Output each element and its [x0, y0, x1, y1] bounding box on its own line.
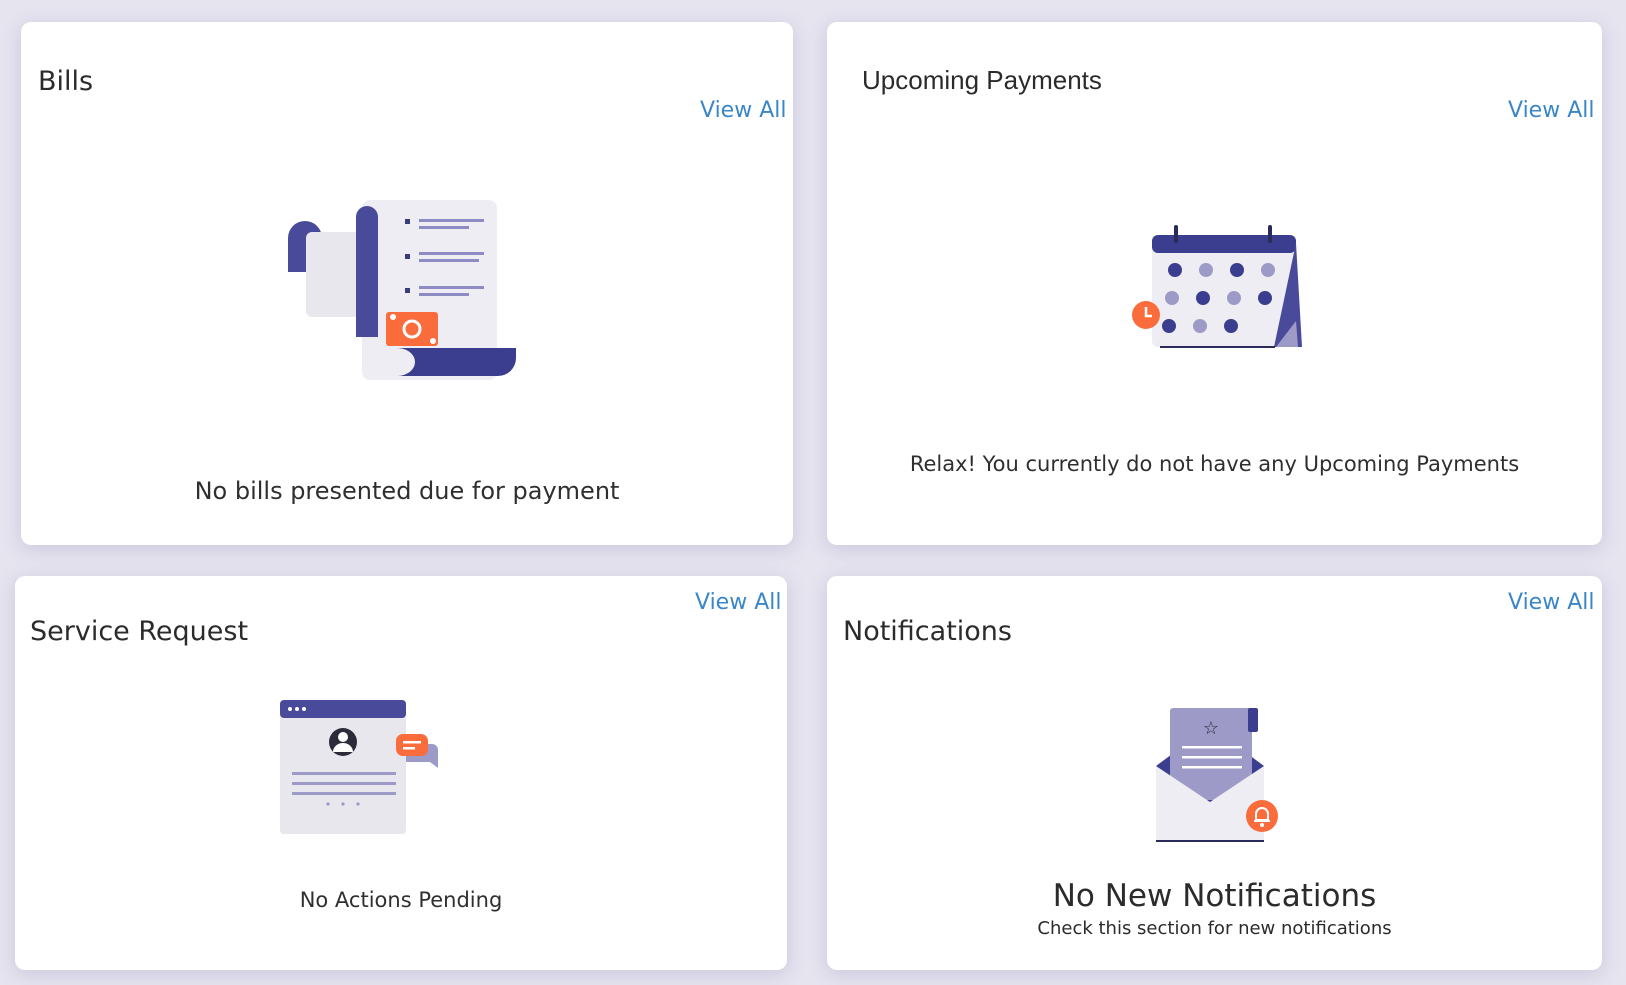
bills-title: Bills [38, 66, 94, 97]
notifications-card: Notifications View All ☆ No New Notifica… [827, 576, 1602, 970]
envelope-bell-icon: ☆ [1152, 706, 1292, 851]
upcoming-payments-title: Upcoming Payments [862, 65, 1102, 95]
upcoming-payments-card: Upcoming Payments View All Relax! You cu… [827, 22, 1602, 545]
bills-view-all-link[interactable]: View All [700, 98, 786, 123]
profile-chat-icon [270, 696, 450, 851]
calendar-clock-icon [1130, 215, 1310, 360]
notifications-empty-subtitle: Check this section for new notifications [1037, 918, 1392, 939]
service-request-title: Service Request [30, 616, 249, 647]
bills-card: Bills View All No bills presented due fo… [21, 22, 793, 545]
upcoming-payments-empty-message: Relax! You currently do not have any Upc… [909, 452, 1520, 476]
bill-receipt-icon [276, 182, 526, 397]
notifications-title: Notifications [843, 616, 1012, 647]
notifications-empty-title: No New Notifications [1052, 878, 1377, 914]
service-request-empty-message: No Actions Pending [299, 888, 503, 912]
upcoming-payments-view-all-link[interactable]: View All [1508, 98, 1594, 123]
notifications-view-all-link[interactable]: View All [1508, 590, 1594, 615]
bills-empty-message: No bills presented due for payment [194, 477, 620, 505]
svg-text:☆: ☆ [1203, 718, 1219, 739]
service-request-view-all-link[interactable]: View All [695, 590, 781, 615]
service-request-card: Service Request View All No Actions Pend… [15, 576, 787, 970]
